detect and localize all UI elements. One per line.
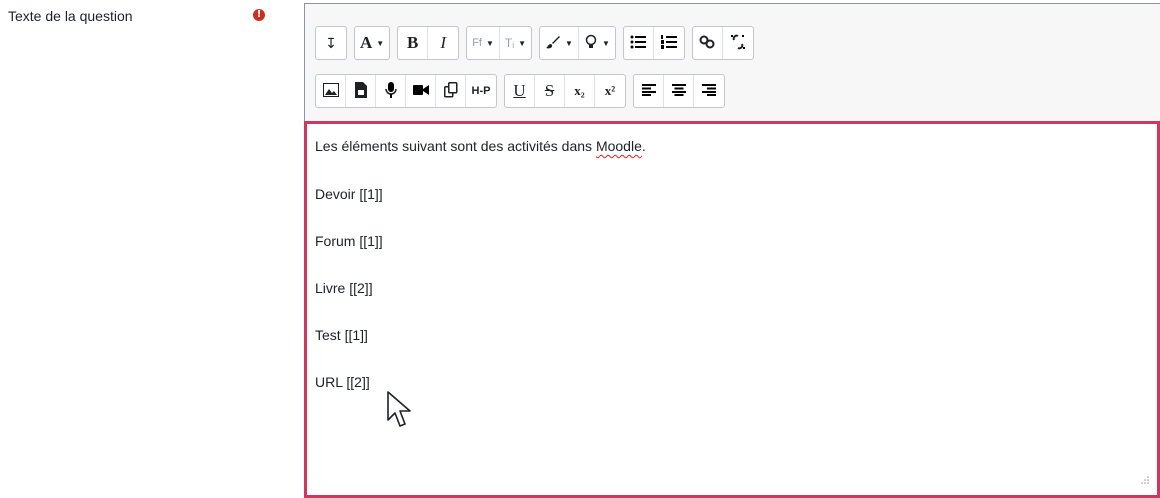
microphone-icon xyxy=(384,81,397,101)
caret-down-icon: ▼ xyxy=(565,38,573,48)
intro-text: Les éléments suivant sont des activités … xyxy=(315,138,596,154)
background-color-button[interactable]: ▼ xyxy=(579,27,615,59)
bold-icon: B xyxy=(407,33,419,52)
toolbar-group: ▼ ▼ xyxy=(539,26,616,60)
subscript-icon: x₂ xyxy=(574,83,585,98)
media-button[interactable] xyxy=(346,75,376,107)
intro-period: . xyxy=(641,138,646,154)
superscript-icon: x² xyxy=(604,83,616,98)
toolbar-group xyxy=(622,26,685,60)
content-line: Test [[1]] xyxy=(315,327,368,343)
toolbar-row-1: ↧ A ▼ B I Ff ▼ Tᵢ ▼ ▼ ▼ xyxy=(315,26,754,60)
font-icon: A xyxy=(360,33,373,52)
toolbar-group xyxy=(691,26,754,60)
required-icon: ! xyxy=(253,9,265,21)
toolbar-group: A ▼ xyxy=(354,26,391,60)
brush-icon xyxy=(545,34,561,53)
font-size-button[interactable]: Tᵢ ▼ xyxy=(500,27,531,59)
caret-down-icon: ▼ xyxy=(601,38,610,48)
show-more-buttons-button[interactable]: ↧ xyxy=(316,27,346,59)
editor-content-area[interactable]: Les éléments suivant sont des activités … xyxy=(304,121,1160,498)
image-icon xyxy=(322,82,339,100)
unlink-button[interactable] xyxy=(723,27,753,59)
video-camera-icon xyxy=(412,83,429,99)
font-style-button[interactable]: A ▼ xyxy=(355,27,389,59)
numbered-list-icon xyxy=(660,34,677,52)
align-right-icon xyxy=(702,83,716,99)
toolbar-group: U S x₂ x² xyxy=(504,74,626,108)
font-family-icon: Ff xyxy=(472,37,482,49)
content-line: Forum [[1]] xyxy=(315,233,383,249)
toolbar-group: B I xyxy=(397,26,460,60)
ordered-list-button[interactable] xyxy=(654,27,684,59)
h5p-button[interactable]: H-P xyxy=(466,75,496,107)
manage-files-button[interactable] xyxy=(436,75,466,107)
subscript-button[interactable]: x₂ xyxy=(565,75,595,107)
caret-down-icon: ▼ xyxy=(518,38,527,48)
font-size-icon: Tᵢ xyxy=(504,36,515,50)
editor-toolbar: ↧ A ▼ B I Ff ▼ Tᵢ ▼ ▼ ▼ H-P U S x₂ x² xyxy=(304,3,1160,122)
toolbar-row-2: H-P U S x₂ x² xyxy=(315,74,725,108)
toolbar-group: ↧ xyxy=(315,26,347,60)
underline-icon: U xyxy=(513,81,526,100)
intro-paragraph: Les éléments suivant sont des activités … xyxy=(315,138,646,154)
align-center-button[interactable] xyxy=(664,75,694,107)
record-audio-button[interactable] xyxy=(376,75,406,107)
strikethrough-icon: S xyxy=(544,81,555,100)
file-icon xyxy=(354,81,367,101)
align-left-button[interactable] xyxy=(634,75,664,107)
image-button[interactable] xyxy=(316,75,346,107)
bold-button[interactable]: B xyxy=(398,27,429,59)
mouse-pointer-icon xyxy=(386,390,412,435)
field-label: Texte de la question xyxy=(8,8,133,24)
toolbar-group: Ff ▼ Tᵢ ▼ xyxy=(466,26,533,60)
arrow-down-icon: ↧ xyxy=(325,34,337,51)
toolbar-group xyxy=(633,74,725,108)
caret-down-icon: ▼ xyxy=(485,38,494,48)
caret-down-icon: ▼ xyxy=(376,38,385,48)
copy-icon xyxy=(443,81,458,101)
misspelled-word: Moodle xyxy=(595,138,642,154)
font-color-button[interactable]: ▼ xyxy=(540,27,579,59)
record-video-button[interactable] xyxy=(406,75,436,107)
content-line: Devoir [[1]] xyxy=(315,186,383,202)
link-icon xyxy=(699,35,715,52)
align-center-icon xyxy=(671,83,686,99)
strikethrough-button[interactable]: S xyxy=(535,75,565,107)
unordered-list-button[interactable] xyxy=(624,27,654,59)
underline-button[interactable]: U xyxy=(505,75,535,107)
resize-handle-icon[interactable] xyxy=(1141,471,1149,489)
bullet-list-icon xyxy=(630,35,647,52)
link-button[interactable] xyxy=(693,27,723,59)
align-right-button[interactable] xyxy=(694,75,724,107)
superscript-button[interactable]: x² xyxy=(595,75,625,107)
h5p-icon: H-P xyxy=(471,85,491,97)
content-line: URL [[2]] xyxy=(315,374,370,390)
highlight-icon xyxy=(584,34,598,53)
italic-button[interactable]: I xyxy=(428,27,458,59)
italic-icon: I xyxy=(440,33,447,52)
text-editor: ↧ A ▼ B I Ff ▼ Tᵢ ▼ ▼ ▼ H-P U S x₂ x² Le… xyxy=(304,3,1160,498)
align-left-icon xyxy=(641,83,656,99)
toolbar-group: H-P xyxy=(315,74,497,108)
font-family-button[interactable]: Ff ▼ xyxy=(467,27,500,59)
unlink-icon xyxy=(730,34,746,53)
content-line: Livre [[2]] xyxy=(315,280,373,296)
